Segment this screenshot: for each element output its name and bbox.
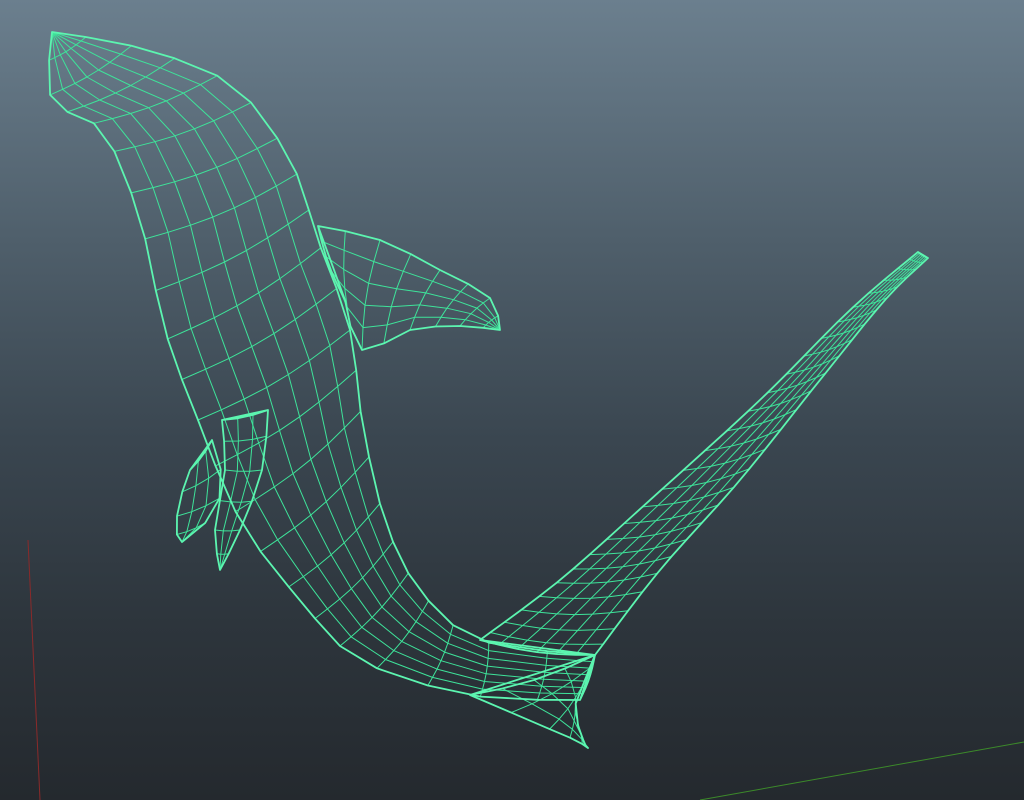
spike-edge — [498, 252, 920, 646]
ventral-fin-b-ring — [219, 500, 253, 503]
wireframe-scene[interactable] — [0, 0, 1024, 800]
body-outline — [48, 31, 596, 701]
dorsal-fin-ring — [435, 283, 469, 327]
dorsal-fin-ring — [383, 253, 412, 344]
spike-edge — [479, 251, 919, 641]
dorsal-fin-edge — [344, 299, 501, 351]
ventral-fin-a-ring — [181, 468, 222, 493]
wireframe-mesh[interactable] — [48, 31, 929, 749]
grid-axis-x — [699, 741, 1024, 800]
dorsal-fin-outline — [317, 225, 501, 351]
spike-edge — [555, 255, 925, 655]
body-edge — [51, 31, 589, 682]
body-ring — [427, 624, 454, 686]
body-edge — [48, 31, 581, 701]
dorsal-fin-ring — [361, 239, 381, 351]
spike-outline — [479, 251, 929, 656]
ventral-fin-a-ring — [176, 497, 220, 517]
3d-viewport[interactable] — [0, 0, 1024, 800]
spike-ring — [606, 522, 703, 540]
dorsal-fin-ring — [482, 315, 499, 329]
body-edge — [51, 31, 595, 663]
spike-ring — [747, 390, 812, 412]
spike-edge — [575, 256, 927, 656]
ventral-fin-b-edge — [219, 414, 254, 571]
dorsal-fin-edge — [330, 270, 501, 331]
fluke-hook-ring — [510, 667, 590, 714]
ventral-fin-b-ring — [214, 529, 241, 532]
ventral-fin-b-outline — [214, 409, 269, 571]
body-ring — [376, 600, 430, 669]
mesh-silhouette — [48, 31, 929, 749]
body-edge — [51, 31, 591, 676]
dorsal-fin-edge — [325, 256, 501, 331]
body-edge — [51, 31, 584, 695]
body-edge — [51, 31, 587, 689]
body-ring — [93, 75, 218, 124]
spike-edge — [594, 257, 929, 656]
body-ring — [197, 329, 351, 421]
grid-axis-y — [27, 539, 41, 800]
